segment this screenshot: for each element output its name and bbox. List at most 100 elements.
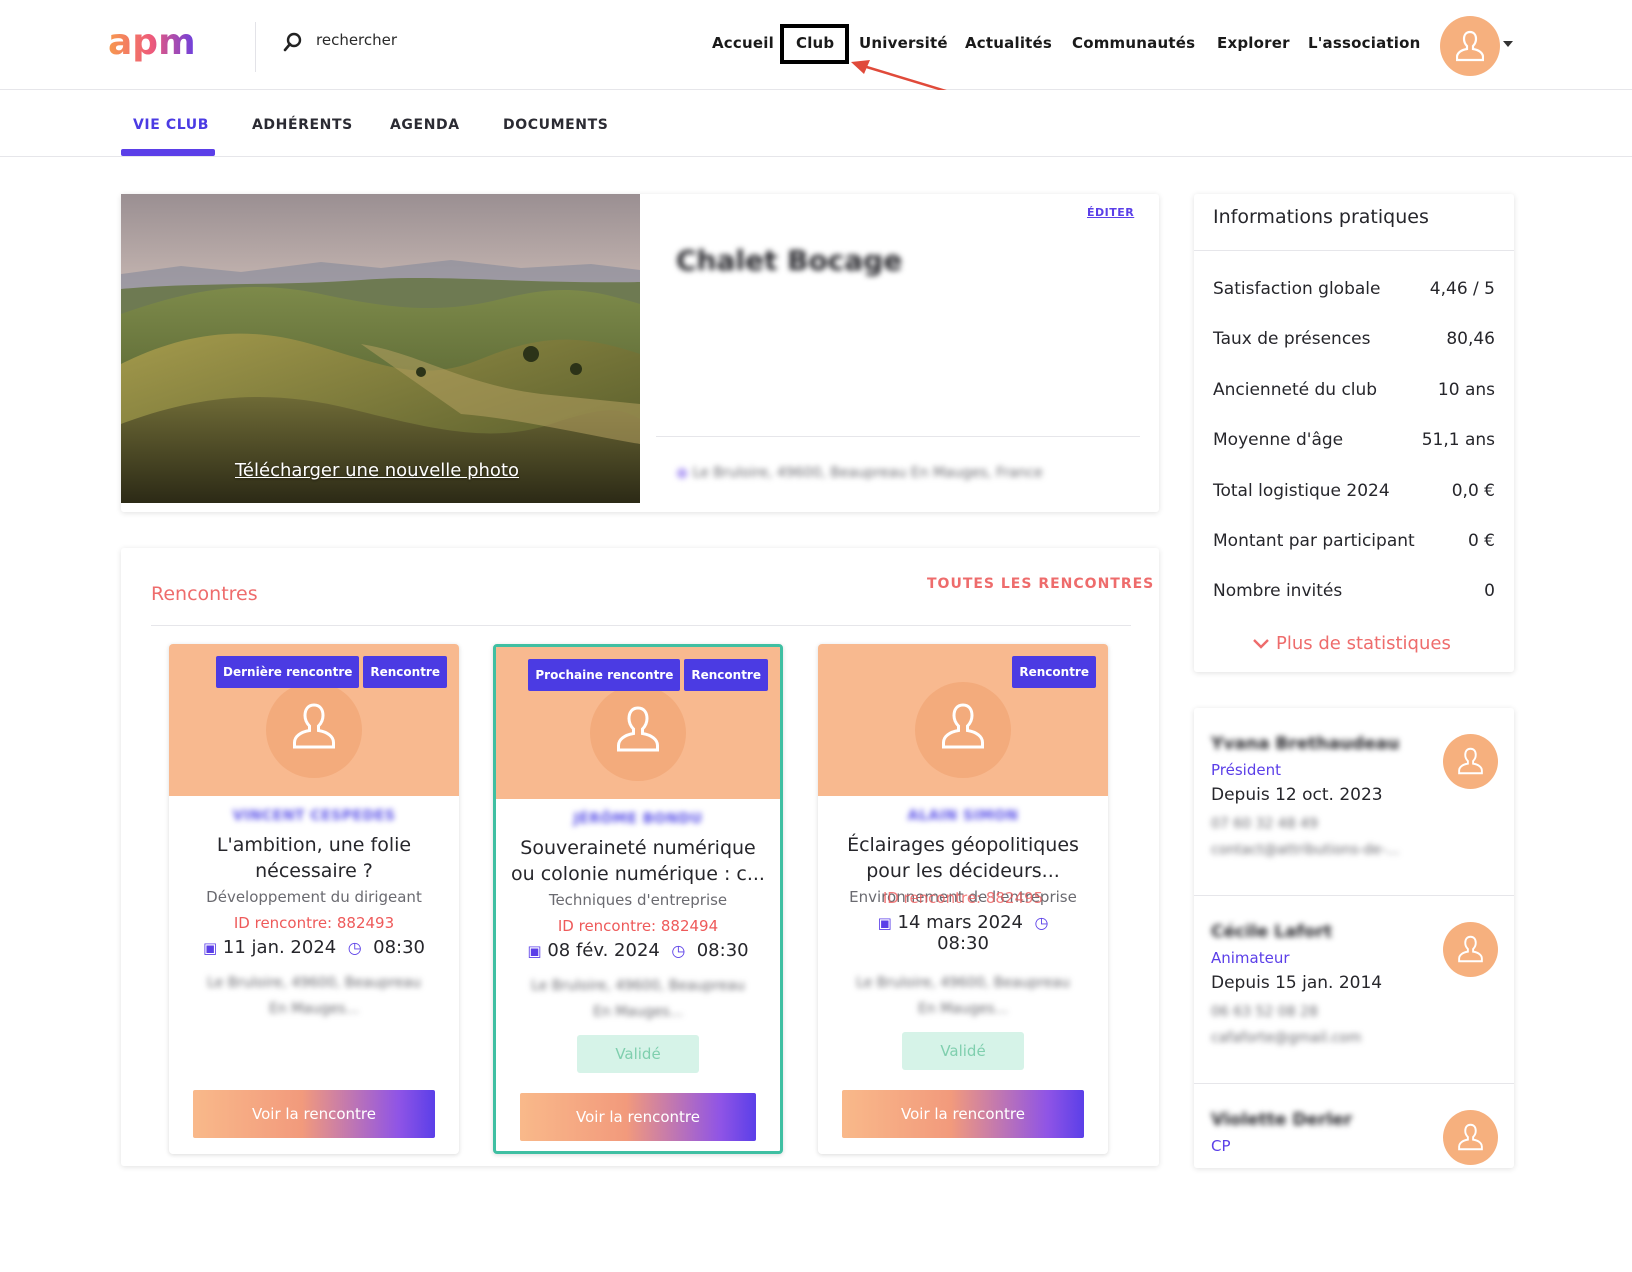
user-avatar[interactable] (1440, 16, 1500, 76)
stat-value: 51,1 ans (1421, 430, 1495, 450)
search-icon[interactable] (282, 31, 304, 53)
meeting-card-banner: Rencontre (818, 644, 1108, 796)
nav-actualites[interactable]: Actualités (965, 34, 1052, 52)
meeting-title: Souveraineté numérique ou colonie numéri… (511, 837, 765, 885)
officer-avatar (1443, 734, 1498, 789)
meeting-id: ID rencontre: 882493 (233, 914, 395, 932)
nav-association[interactable]: L'association (1308, 34, 1421, 52)
meeting-address: Le Bruloire, 49600, Beaupreau En Mauges.… (856, 975, 1070, 1017)
chevron-down-icon[interactable] (1503, 41, 1513, 47)
officer-email: cafaforte@gmail.com (1211, 1030, 1362, 1046)
tab-documents[interactable]: DOCUMENTS (503, 117, 608, 133)
view-meeting-button[interactable]: Voir la rencontre (842, 1090, 1084, 1138)
meeting-category: Développement du dirigeant (206, 888, 422, 906)
officer-avatar (1443, 1110, 1498, 1165)
officer-item[interactable]: Violette Derler CP (1194, 1084, 1514, 1272)
meeting-time: 08:30 (937, 933, 989, 954)
officer-name: Violette Derler (1211, 1110, 1353, 1130)
club-officers-card: Yvana Brethaudeau Président Depuis 12 oc… (1194, 708, 1514, 1168)
stat-label: Montant par participant (1213, 531, 1415, 551)
meeting-date: 14 mars 2024 (897, 912, 1024, 933)
section-divider (151, 625, 1131, 626)
club-address-text: Le Bruloire, 49600, Beaupreau En Mauges,… (692, 465, 1043, 481)
meeting-datetime: ▣ 14 mars 2024 ◷ 08:30 (818, 912, 1108, 954)
meeting-datetime: ▣ 11 jan. 2024 ◷ 08:30 (169, 937, 459, 958)
nav-club[interactable]: Club (796, 34, 834, 52)
stat-value: 0,0 € (1451, 481, 1495, 501)
user-icon (1458, 747, 1483, 775)
officer-avatar (1443, 922, 1498, 977)
tab-agenda[interactable]: AGENDA (390, 117, 460, 133)
club-name: Chalet Bocage (676, 244, 903, 277)
clock-icon: ◷ (671, 941, 686, 960)
more-stats-link[interactable]: Plus de statistiques (1252, 633, 1451, 654)
badge-next-meeting: Prochaine rencontre (528, 659, 681, 691)
header-divider (255, 22, 256, 72)
nav-communautes[interactable]: Communautés (1072, 34, 1195, 52)
club-hero-card: Télécharger une nouvelle photo ÉDITER Ch… (121, 194, 1159, 512)
meeting-title: L'ambition, une folie nécessaire ? (216, 834, 412, 882)
view-meeting-button[interactable]: Voir la rencontre (520, 1093, 756, 1141)
chevron-down-icon (1253, 639, 1269, 649)
meeting-address: Le Bruloire, 49600, Beaupreau En Mauges.… (531, 978, 745, 1020)
officer-since: Depuis 12 oct. 2023 (1211, 785, 1383, 805)
stat-row: Moyenne d'âge 51,1 ans (1213, 430, 1495, 450)
speaker-name: VINCENT CESPEDES (232, 808, 396, 824)
user-icon (1458, 935, 1483, 963)
stat-row: Satisfaction globale 4,46 / 5 (1213, 279, 1495, 299)
status-badge: Validé (577, 1035, 699, 1073)
status-badge: Validé (902, 1032, 1024, 1070)
stat-value: 80,46 (1446, 329, 1495, 349)
officer-item[interactable]: Yvana Brethaudeau Président Depuis 12 oc… (1194, 708, 1514, 896)
calendar-icon: ▣ (877, 914, 892, 932)
meeting-card-selected[interactable]: Prochaine rencontre Rencontre JÉRÔME BOND… (493, 644, 783, 1154)
info-title: Informations pratiques (1213, 206, 1429, 228)
stat-label: Taux de présences (1213, 329, 1371, 349)
stat-label: Nombre invités (1213, 581, 1343, 601)
user-icon (942, 703, 984, 749)
officer-name: Cécile Lafort (1211, 922, 1333, 942)
officer-since: Depuis 15 jan. 2014 (1211, 973, 1383, 993)
all-meetings-link[interactable]: TOUTES LES RENCONTRES (927, 576, 1154, 592)
badge-type: Rencontre (1012, 656, 1096, 688)
meeting-date: 08 fév. 2024 (547, 940, 660, 961)
stat-label: Total logistique 2024 (1213, 481, 1390, 501)
nav-explorer[interactable]: Explorer (1217, 34, 1290, 52)
user-icon (1456, 30, 1484, 62)
apm-logo[interactable]: apm (108, 24, 222, 68)
officer-item[interactable]: Cécile Lafort Animateur Depuis 15 jan. 2… (1194, 896, 1514, 1084)
officer-role: CP (1211, 1137, 1231, 1155)
stat-label: Satisfaction globale (1213, 279, 1381, 299)
officer-role: Président (1211, 761, 1281, 779)
rencontres-section: Rencontres TOUTES LES RENCONTRES Dernièr… (121, 548, 1159, 1166)
top-bar: apm rechercher Accueil Club Université A… (0, 0, 1632, 90)
view-meeting-button[interactable]: Voir la rencontre (193, 1090, 435, 1138)
hero-divider (656, 436, 1140, 437)
stat-row: Nombre invités 0 (1213, 581, 1495, 601)
search-input[interactable]: rechercher (316, 31, 397, 49)
more-stats-label: Plus de statistiques (1276, 633, 1451, 654)
tab-vie-club[interactable]: VIE CLUB (133, 117, 209, 133)
club-photo: Télécharger une nouvelle photo (121, 194, 640, 503)
stat-value: 10 ans (1437, 380, 1495, 400)
officer-phone: 07 60 32 48 49 (1211, 816, 1318, 832)
info-divider (1194, 250, 1514, 251)
clock-icon: ◷ (347, 938, 362, 957)
meeting-card-banner: Dernière rencontre Rencontre (169, 644, 459, 796)
stat-value: 0 (1484, 581, 1495, 601)
tab-adherents[interactable]: ADHÉRENTS (252, 117, 353, 133)
speaker-name: ALAIN SIMON (907, 808, 1019, 824)
meeting-datetime: ▣ 08 fév. 2024 ◷ 08:30 (496, 940, 780, 961)
upload-photo-link[interactable]: Télécharger une nouvelle photo (235, 460, 519, 481)
user-icon (1458, 1123, 1483, 1151)
meeting-card[interactable]: Dernière rencontre Rencontre VINCENT CESP… (169, 644, 459, 1154)
nav-universite[interactable]: Université (859, 34, 948, 52)
officer-name: Yvana Brethaudeau (1211, 734, 1400, 754)
edit-club-link[interactable]: ÉDITER (1087, 206, 1134, 219)
user-icon (617, 706, 659, 752)
nav-accueil[interactable]: Accueil (712, 34, 774, 52)
meeting-card[interactable]: Rencontre ALAIN SIMON Éclairages géopoli… (818, 644, 1108, 1154)
officer-email: contact@attributions-de-... (1211, 842, 1400, 858)
clock-icon: ◷ (1034, 913, 1049, 932)
badge-last-meeting: Dernière rencontre (216, 656, 360, 688)
